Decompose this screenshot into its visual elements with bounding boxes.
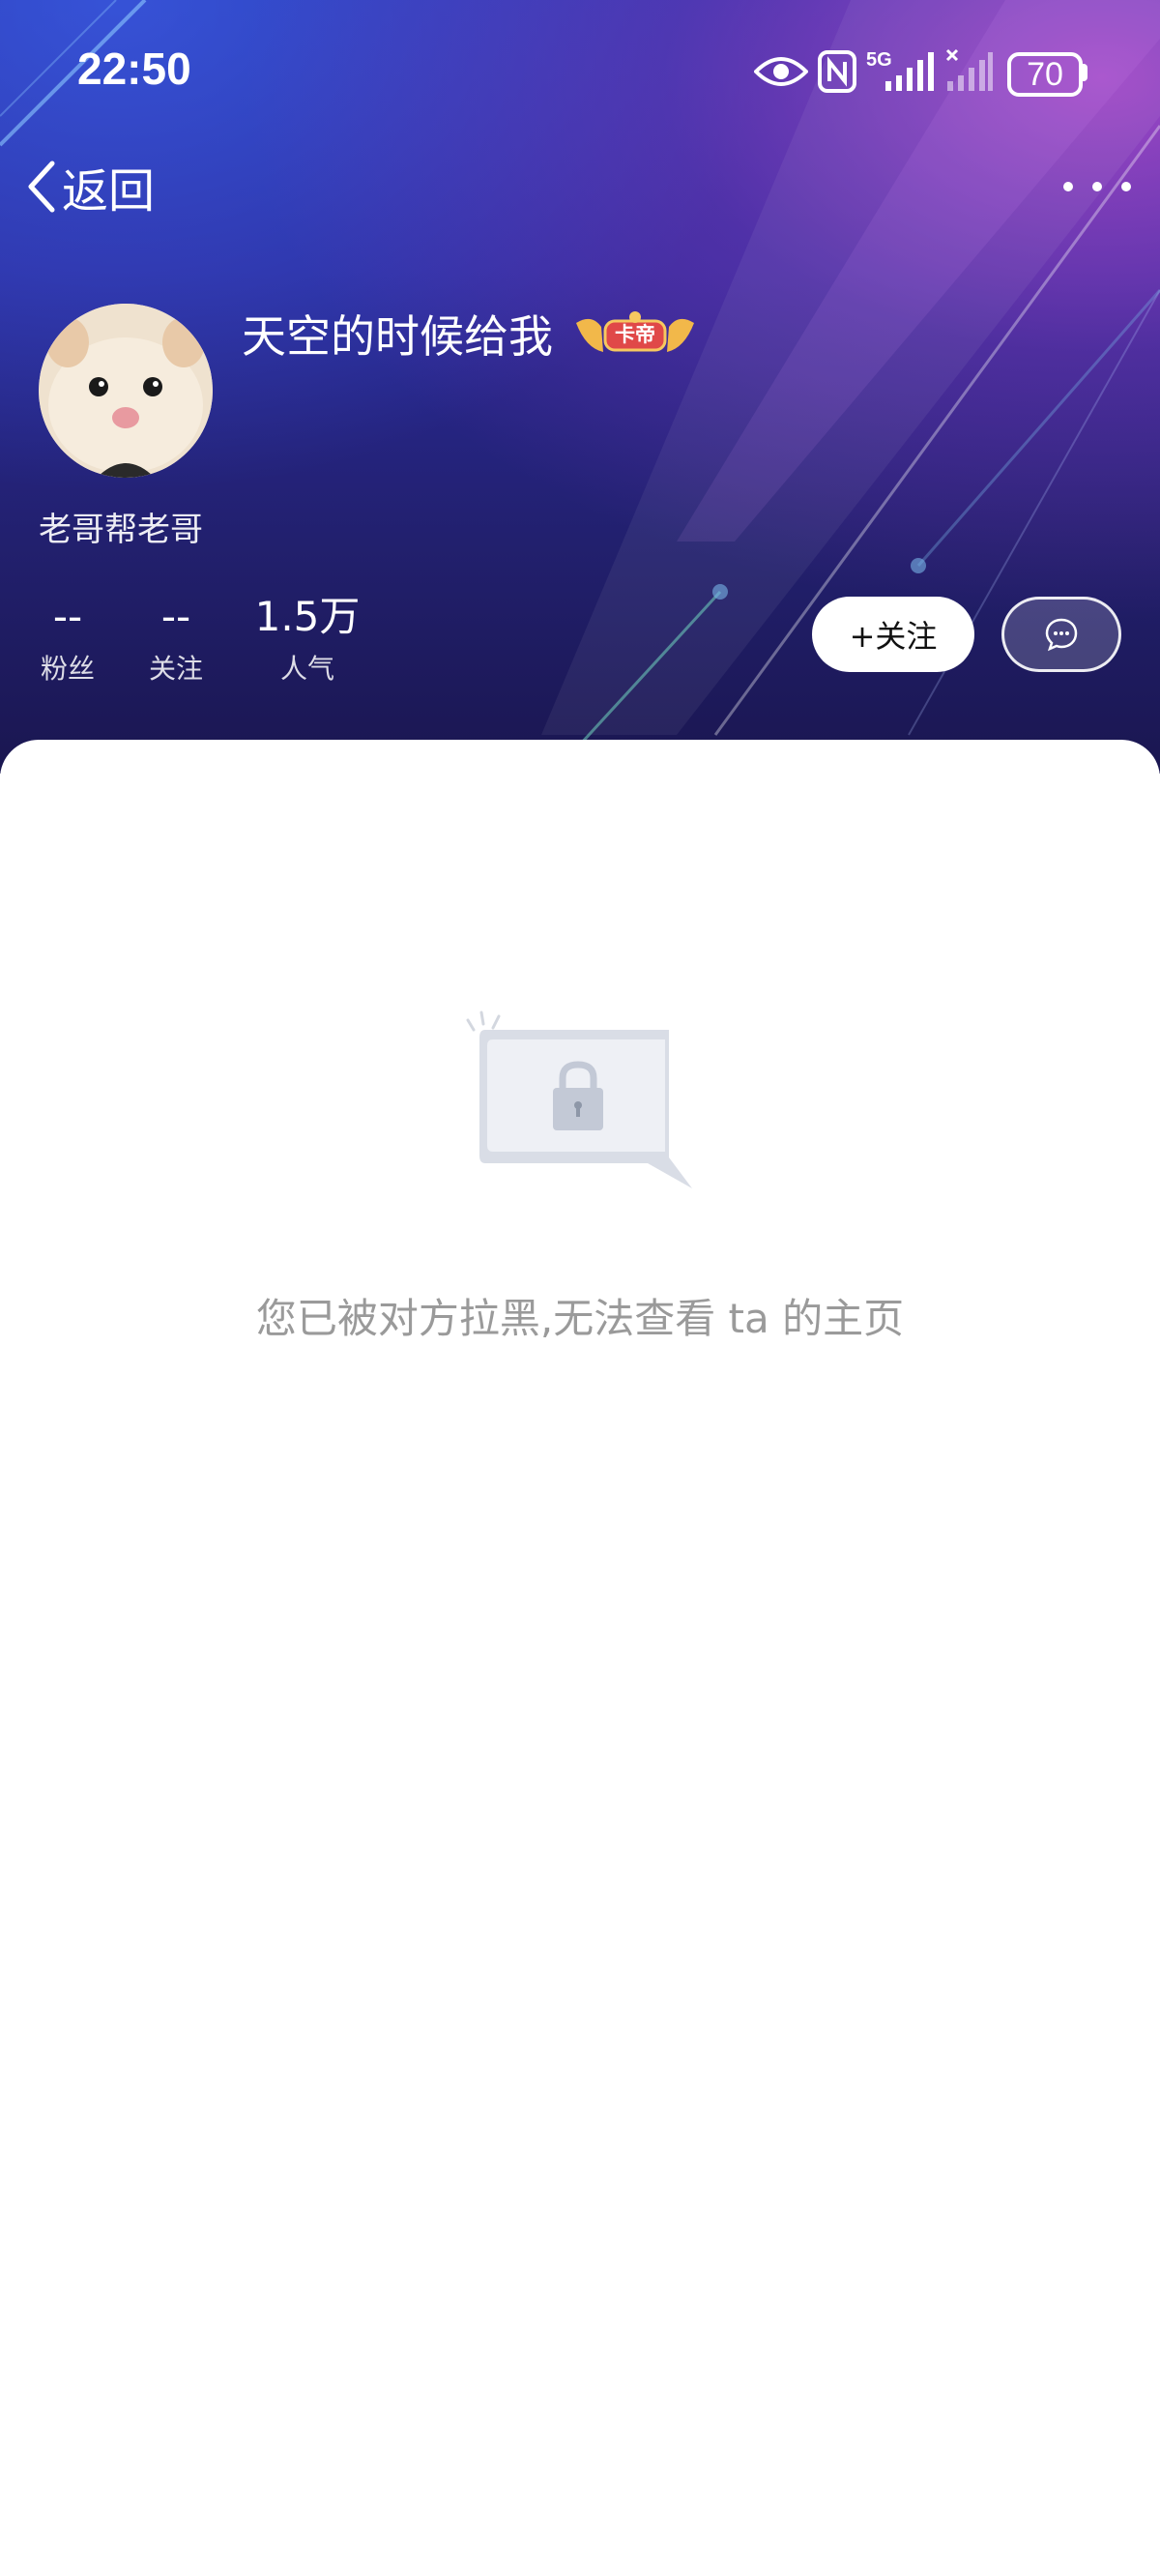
- stat-fans[interactable]: -- 粉丝: [37, 590, 99, 687]
- back-label: 返回: [62, 164, 156, 219]
- chat-bubble-icon: [1045, 618, 1078, 652]
- battery-icon: 70: [1007, 52, 1083, 97]
- message-button[interactable]: [1001, 597, 1121, 672]
- badge-text: 卡帝: [615, 323, 655, 346]
- stat-label: 人气: [279, 653, 334, 685]
- follow-button[interactable]: +关注: [812, 597, 974, 672]
- more-dot: [1063, 182, 1073, 191]
- more-dot: [1092, 182, 1102, 191]
- stat-label: 关注: [148, 653, 203, 685]
- content-panel: 您已被对方拉黑,无法查看 ta 的主页: [0, 740, 1160, 2576]
- eye-icon: [754, 57, 808, 86]
- blocked-illustration: [464, 1001, 696, 1194]
- hamster-avatar-image: [39, 304, 213, 478]
- signature-text: 老哥帮老哥: [39, 511, 203, 549]
- nfc-icon: [818, 50, 856, 93]
- status-time: 22:50: [77, 44, 191, 94]
- stat-value: 1.5万: [254, 593, 361, 640]
- stat-value: --: [52, 593, 83, 640]
- back-button[interactable]: 返回: [23, 153, 155, 220]
- more-dots-icon[interactable]: [1063, 162, 1131, 211]
- level-badge: 卡帝: [572, 309, 698, 358]
- battery-tip: [1081, 64, 1088, 81]
- profile-screen: 22:50 5G 70 返回 天空的时候给我 卡帝 老哥帮老哥 -- 粉丝 --…: [0, 0, 1160, 2576]
- more-dot: [1121, 182, 1131, 191]
- username-row: 天空的时候给我 卡帝: [242, 300, 698, 367]
- username: 天空的时候给我: [242, 310, 553, 363]
- stat-following[interactable]: -- 关注: [145, 590, 207, 687]
- blocked-message: 您已被对方拉黑,无法查看 ta 的主页: [255, 1295, 905, 1342]
- stat-popularity: 1.5万 人气: [249, 590, 365, 687]
- lock-icon: [466, 1010, 692, 1188]
- status-bar: 22:50 5G 70: [0, 0, 1160, 145]
- chevron-left-icon: [28, 161, 55, 213]
- stat-label: 粉丝: [40, 653, 95, 685]
- 5g-signal-icon: 5G: [866, 49, 934, 91]
- stat-value: --: [160, 593, 191, 640]
- signal-x-icon: [945, 48, 993, 91]
- svg-text:5G: 5G: [866, 49, 892, 71]
- avatar[interactable]: [39, 304, 213, 478]
